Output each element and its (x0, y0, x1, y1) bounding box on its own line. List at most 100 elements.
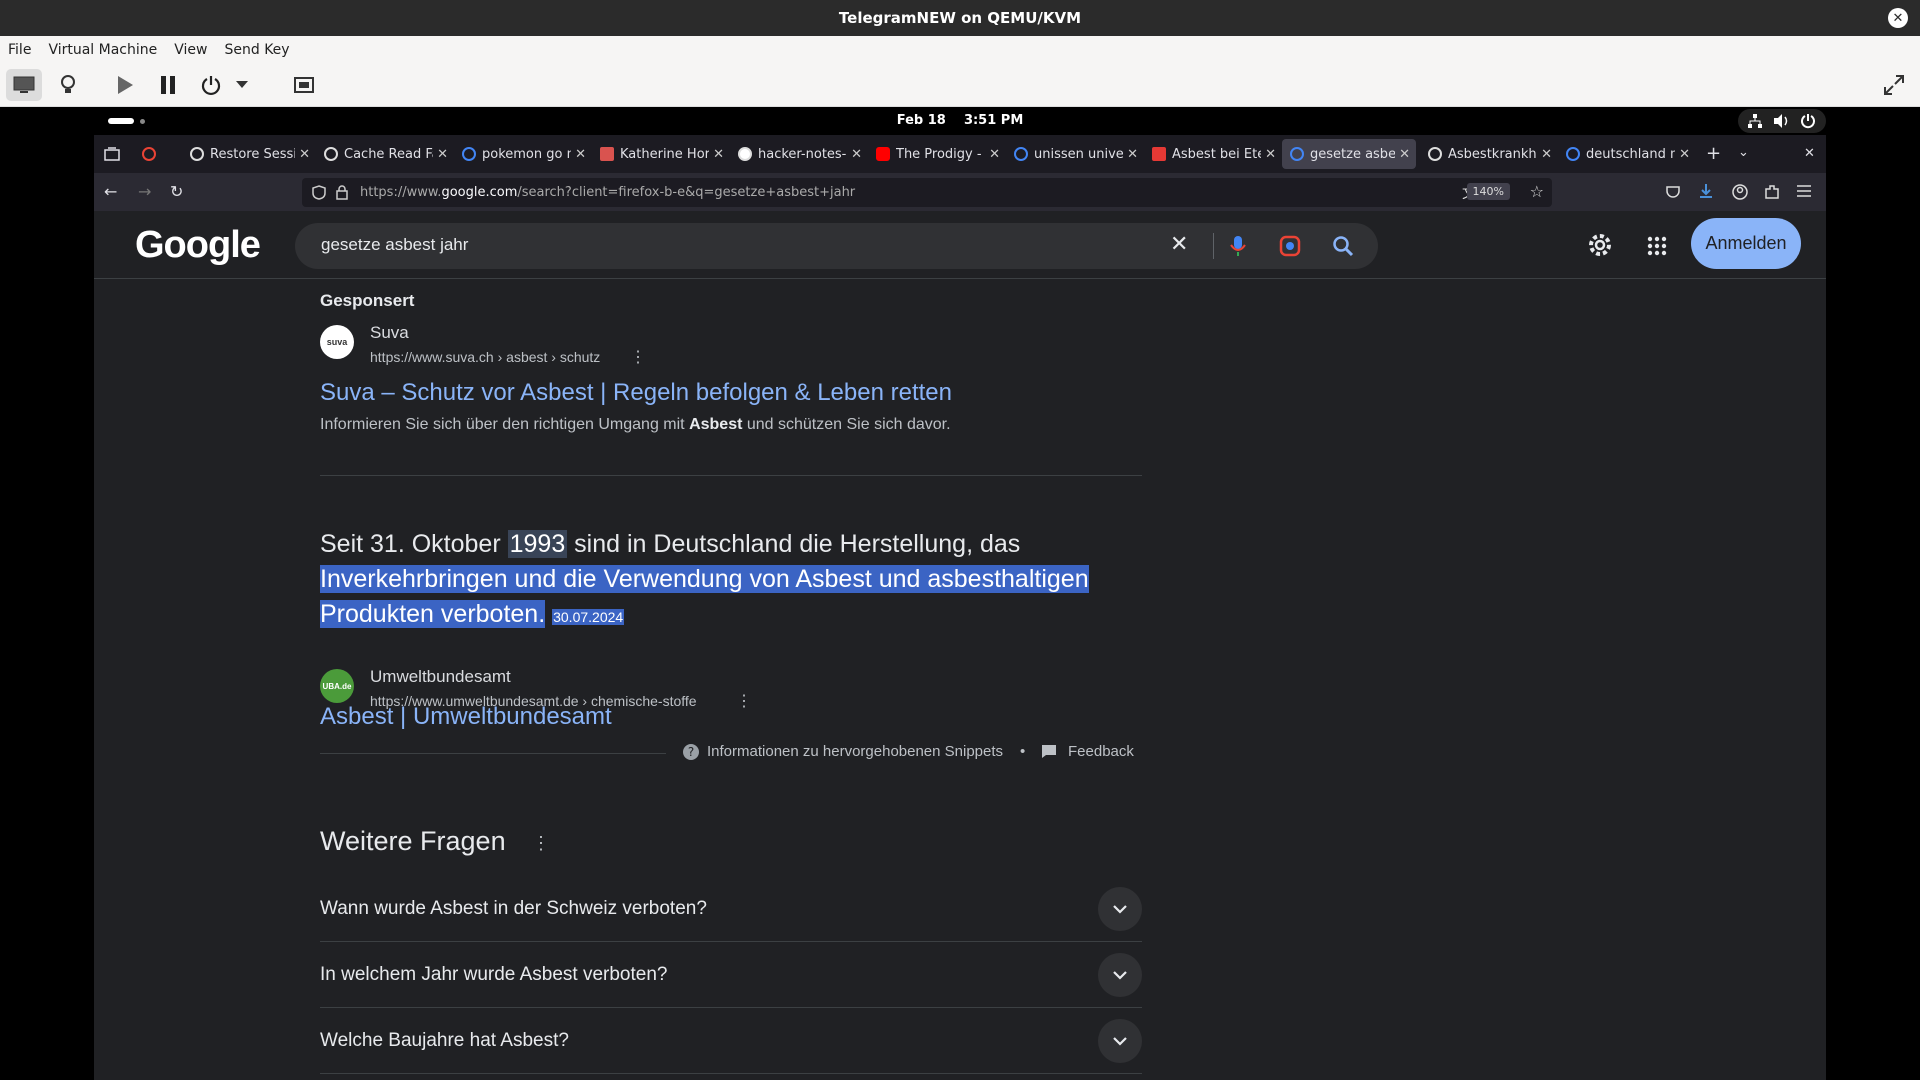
search-icon[interactable] (1332, 235, 1354, 257)
google-logo[interactable]: Google (135, 224, 261, 267)
feedback-icon[interactable] (1041, 744, 1057, 759)
tab-close-icon[interactable]: ✕ (1679, 147, 1690, 162)
uba-favicon[interactable]: UBA.de (320, 669, 354, 703)
tab-katherine[interactable]: Katherine Hor ✕ (592, 139, 730, 169)
tab-the-prodigy[interactable]: The Prodigy - ✕ (868, 139, 1006, 169)
tab-close-icon[interactable]: ✕ (851, 147, 862, 162)
question-text[interactable]: In welchem Jahr wurde Asbest verboten? (320, 964, 667, 986)
tab-asbest-bei-eternit[interactable]: Asbest bei Ete ✕ (1144, 139, 1282, 169)
sign-in-button[interactable]: Anmelden (1691, 218, 1801, 269)
tab-title: The Prodigy - (896, 146, 982, 162)
tab-asbestkrankheit[interactable]: Asbestkrankhe ✕ (1420, 139, 1558, 169)
tab-gesetze-asbest-active[interactable]: gesetze asbes ✕ (1282, 139, 1416, 169)
tab-close-icon[interactable]: ✕ (575, 147, 586, 162)
tab-close-icon[interactable]: ✕ (299, 147, 310, 162)
url-bar[interactable]: https://www. google.com/search?client=fir… (302, 178, 1552, 207)
featured-year: 1993 (507, 530, 568, 558)
search-box[interactable]: gesetze asbest jahr ✕ (295, 223, 1378, 269)
tab-deutschland[interactable]: deutschland m ✕ (1558, 139, 1696, 169)
pause-icon[interactable] (150, 69, 186, 101)
ad-site-name[interactable]: Suva (370, 323, 409, 343)
window-close-icon[interactable]: ✕ (1804, 146, 1815, 161)
reload-icon[interactable]: ↻ (170, 182, 183, 201)
tab-close-icon[interactable]: ✕ (1541, 147, 1552, 162)
tab-list-chevron-down-icon[interactable]: ⌄ (1738, 145, 1749, 160)
divider (320, 475, 1142, 476)
download-icon[interactable] (1699, 183, 1713, 199)
menu-virtual-machine[interactable]: Virtual Machine (48, 42, 157, 58)
tab-pokemon-go[interactable]: pokemon go m ✕ (454, 139, 592, 169)
question-text[interactable]: Welche Baujahre hat Asbest? (320, 1030, 569, 1052)
google-favicon-icon (462, 147, 476, 161)
window-close-button[interactable]: ✕ (1888, 8, 1908, 28)
tab-close-icon[interactable]: ✕ (1127, 147, 1138, 162)
lock-icon[interactable] (336, 185, 348, 200)
tab-hacker-notes[interactable]: hacker-notes- ✕ (730, 139, 868, 169)
result-site-name[interactable]: Umweltbundesamt (370, 667, 511, 687)
featured-snippet: Seit 31. Oktober 1993 sind in Deutschlan… (320, 527, 1142, 635)
menu-file[interactable]: File (8, 42, 31, 58)
console-icon[interactable] (6, 69, 42, 101)
ad-snippet: Informieren Sie sich über den richtigen … (320, 416, 951, 434)
google-lens-icon[interactable] (1279, 235, 1301, 257)
system-menu[interactable] (1738, 109, 1826, 133)
feedback-link[interactable]: Feedback (1068, 743, 1134, 760)
ad-title-link[interactable]: Suva – Schutz vor Asbest | Regeln befolg… (320, 379, 952, 407)
question-row[interactable]: Wann wurde Asbest in der Schweiz verbote… (320, 876, 1142, 942)
settings-gear-icon[interactable] (1587, 232, 1613, 258)
run-icon[interactable] (107, 69, 143, 101)
tab-close-icon[interactable]: ✕ (713, 147, 724, 162)
tab-title: Katherine Hor (620, 146, 710, 162)
shield-icon[interactable] (312, 185, 326, 200)
tab-title: Cache Read Fa (344, 146, 434, 162)
snapshot-icon[interactable] (286, 69, 322, 101)
details-lightbulb-icon[interactable] (50, 69, 86, 101)
question-row[interactable]: Welche Baujahre hat Asbest? (320, 1008, 1142, 1074)
menu-view[interactable]: View (174, 42, 207, 58)
clock[interactable]: Feb 18 3:51 PM (94, 113, 1826, 128)
featured-date: 30.07.2024 (552, 609, 625, 625)
bookmark-star-icon[interactable]: ☆ (1530, 182, 1544, 201)
pocket-icon[interactable] (1666, 185, 1680, 199)
microphone-icon[interactable] (1230, 235, 1246, 257)
power-icon[interactable] (193, 69, 229, 101)
result-more-options-icon[interactable]: ⋮ (736, 691, 752, 711)
url-path: /search?client=firefox-b-e&q=gesetze+asb… (517, 185, 856, 200)
more-questions-options-icon[interactable]: ⋮ (532, 833, 550, 854)
tab-close-icon[interactable]: ✕ (1265, 147, 1276, 162)
expand-chevron-down-icon[interactable] (1098, 1019, 1142, 1063)
zoom-level[interactable]: 140% (1466, 183, 1510, 200)
tab-close-icon[interactable]: ✕ (437, 147, 448, 162)
suva-favicon[interactable]: suva (320, 325, 354, 359)
ad-more-options-icon[interactable]: ⋮ (630, 347, 646, 367)
expand-chevron-down-icon[interactable] (1098, 953, 1142, 997)
search-input[interactable]: gesetze asbest jahr (321, 235, 468, 255)
result-title-link[interactable]: Asbest | Umweltbundesamt (320, 703, 612, 731)
snippet-info-link[interactable]: Informationen zu hervorgehobenen Snippet… (707, 743, 1003, 760)
tab-close-icon[interactable]: ✕ (1399, 147, 1410, 162)
result-title-text[interactable]: Asbest | Umweltbundesamt (320, 703, 612, 730)
url-prefix: https://www. (360, 185, 442, 200)
expand-chevron-down-icon[interactable] (1098, 887, 1142, 931)
tab-pinned-google[interactable] (134, 139, 164, 169)
question-row[interactable]: In welchem Jahr wurde Asbest verboten? (320, 942, 1142, 1008)
extensions-icon[interactable] (1764, 184, 1780, 200)
google-apps-grid-icon[interactable] (1647, 236, 1667, 256)
menu-send-key[interactable]: Send Key (224, 42, 289, 58)
tab-close-icon[interactable]: ✕ (989, 147, 1000, 162)
back-arrow-icon[interactable]: ← (104, 182, 117, 201)
clear-search-close-icon[interactable]: ✕ (1170, 232, 1188, 257)
power-menu-chevron-down-icon[interactable] (232, 69, 252, 101)
help-question-icon[interactable]: ? (682, 743, 700, 761)
tab-overview-icon[interactable] (104, 147, 120, 161)
tab-restore-session[interactable]: Restore Sessio ✕ (182, 139, 316, 169)
tab-cache-read[interactable]: Cache Read Fa ✕ (316, 139, 454, 169)
ad-url[interactable]: https://www.suva.ch › asbest › schutz (370, 349, 600, 365)
fullscreen-icon[interactable] (1876, 69, 1912, 101)
account-icon[interactable] (1732, 184, 1748, 200)
hamburger-menu-icon[interactable] (1797, 185, 1811, 197)
question-text[interactable]: Wann wurde Asbest in der Schweiz verbote… (320, 898, 707, 920)
tab-unissen[interactable]: unissen unive ✕ (1006, 139, 1144, 169)
forward-arrow-icon[interactable]: → (138, 182, 151, 201)
new-tab-plus-icon[interactable]: + (1706, 143, 1721, 164)
